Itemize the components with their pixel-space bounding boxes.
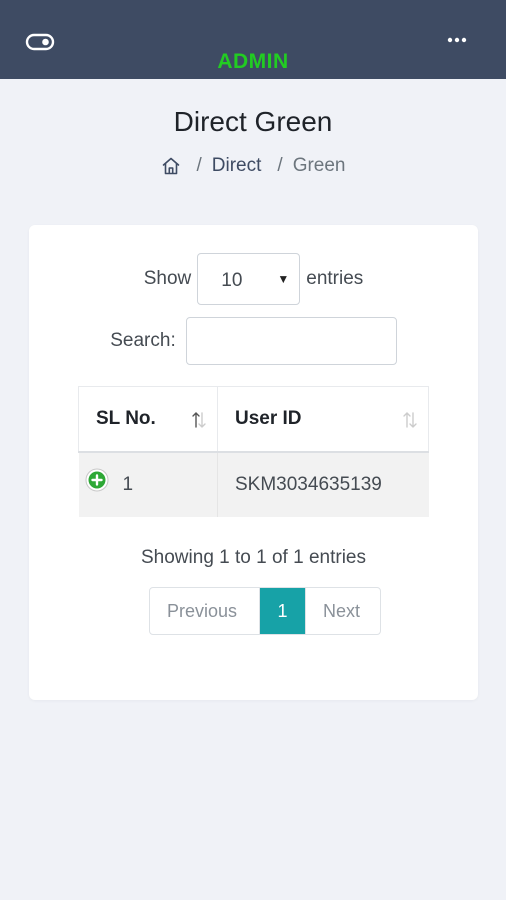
- entries-select[interactable]: 10 ▼: [197, 253, 301, 305]
- page-title: Direct Green: [173, 106, 333, 137]
- next-page-button[interactable]: Next: [305, 588, 380, 634]
- table-info: Showing 1 to 1 of 1 entries: [141, 547, 366, 568]
- page-1-button[interactable]: 1: [260, 588, 305, 634]
- home-icon[interactable]: [161, 156, 181, 176]
- show-label: Show: [143, 268, 192, 289]
- breadcrumb: / Direct / Green: [0, 155, 506, 177]
- data-table: SL No. User ID 1 SKM3034635139: [78, 386, 429, 517]
- column-header-sl-no[interactable]: SL No.: [78, 386, 218, 453]
- dropdown-arrow-icon: ▼: [277, 272, 290, 286]
- cell-sl-no: 1: [78, 452, 218, 517]
- entries-select-value: 10: [221, 270, 243, 291]
- sl-no-value: 1: [122, 474, 134, 495]
- breadcrumb-item-direct[interactable]: Direct: [212, 155, 262, 177]
- brand-title: ADMIN: [217, 50, 289, 73]
- cell-user-id: SKM3034635139: [217, 452, 429, 517]
- breadcrumb-separator: /: [277, 155, 283, 176]
- search-input[interactable]: [185, 317, 397, 365]
- expand-row-plus-icon[interactable]: [85, 468, 109, 492]
- entries-length-control: Show 10 ▼ entries: [29, 252, 478, 306]
- sort-icon: [403, 412, 417, 428]
- data-card: Show 10 ▼ entries Search: SL No. User ID: [29, 225, 478, 700]
- column-header-label: SL No.: [96, 408, 156, 429]
- entries-label: entries: [306, 268, 364, 289]
- search-control: Search:: [29, 317, 478, 365]
- search-label: Search:: [110, 330, 176, 351]
- table-header-row: SL No. User ID: [78, 386, 429, 453]
- sort-ascending-icon: [192, 412, 206, 428]
- more-horizontal-icon[interactable]: [446, 33, 468, 47]
- column-header-user-id[interactable]: User ID: [217, 386, 429, 453]
- column-header-label: User ID: [235, 408, 302, 429]
- pagination: Previous 1 Next: [149, 587, 381, 635]
- table-row[interactable]: 1 SKM3034635139: [78, 452, 429, 517]
- breadcrumb-item-green: Green: [292, 155, 346, 176]
- previous-page-button[interactable]: Previous: [150, 588, 260, 634]
- breadcrumb-separator: /: [196, 155, 202, 176]
- top-bar: ADMIN: [0, 0, 506, 79]
